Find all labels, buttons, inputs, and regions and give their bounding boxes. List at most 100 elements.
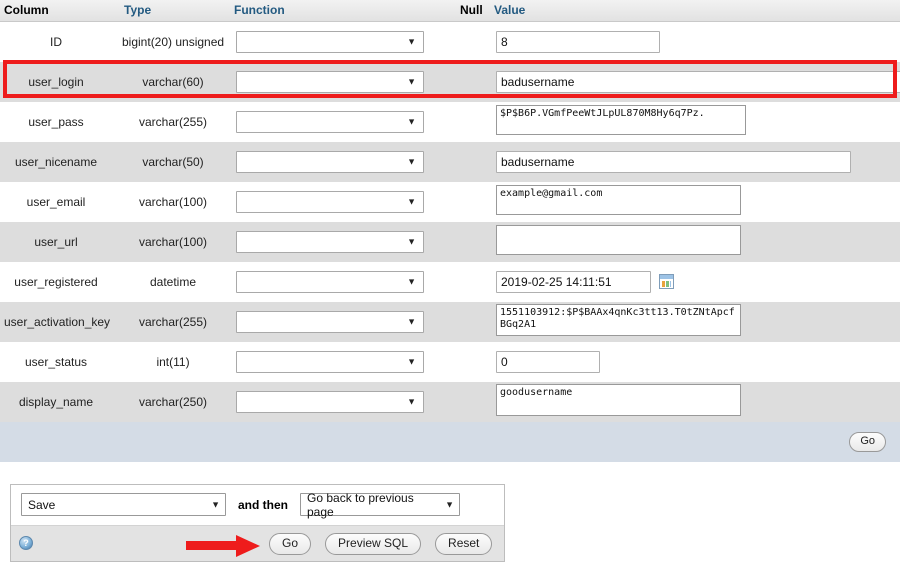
function-cell: ▼ [228, 301, 458, 342]
null-cell [458, 301, 488, 342]
function-select-display-name[interactable]: ▼ [236, 390, 424, 413]
column-type: int(11) [118, 341, 228, 382]
column-name: user_status [0, 341, 118, 382]
table-row-id: ID bigint(20) unsigned ▼ [0, 21, 900, 62]
table-go-button[interactable]: Go [849, 431, 886, 452]
value-textarea-user-url[interactable] [496, 225, 741, 255]
value-input-user-login[interactable] [496, 70, 900, 93]
function-cell: ▼ [228, 141, 458, 182]
chevron-down-icon: ▼ [407, 396, 416, 406]
column-type: varchar(100) [118, 221, 228, 262]
table-row-user-pass: user_pass varchar(255) ▼ $P$B6P.VGmfPeeW… [0, 101, 900, 142]
column-type: varchar(255) [118, 301, 228, 342]
table-row-user-activation-key: user_activation_key varchar(255) ▼ 15511… [0, 301, 900, 342]
function-select-user-nicename[interactable]: ▼ [236, 150, 424, 173]
table-row-user-url: user_url varchar(100) ▼ [0, 221, 900, 262]
calendar-icon[interactable] [659, 274, 674, 289]
column-name: user_url [0, 221, 118, 262]
reset-button[interactable]: Reset [435, 532, 493, 555]
value-textarea-user-pass[interactable]: $P$B6P.VGmfPeeWtJLpUL870M8Hy6q7Pz. [496, 105, 746, 135]
table-row-user-registered: user_registered datetime ▼ [0, 261, 900, 302]
value-cell [488, 141, 900, 182]
column-name: user_login [0, 61, 118, 102]
function-select-user-activation-key[interactable]: ▼ [236, 310, 424, 333]
function-select-user-login[interactable]: ▼ [236, 70, 424, 93]
value-cell: goodusername [488, 381, 900, 422]
value-input-id[interactable] [496, 30, 660, 53]
table-row-user-email: user_email varchar(100) ▼ example@gmail.… [0, 181, 900, 222]
null-cell [458, 141, 488, 182]
null-cell [458, 221, 488, 262]
value-input-user-nicename[interactable] [496, 150, 851, 173]
column-name: display_name [0, 381, 118, 422]
function-cell: ▼ [228, 21, 458, 62]
function-select-id[interactable]: ▼ [236, 30, 424, 53]
button-group: Go Preview SQL Reset [269, 532, 493, 555]
null-cell [458, 101, 488, 142]
header-function: Function [228, 0, 458, 22]
column-type: bigint(20) unsigned [118, 21, 228, 62]
function-select-user-url[interactable]: ▼ [236, 230, 424, 253]
red-arrow-annotation [186, 534, 264, 557]
phpmyadmin-edit-row-page: Column Type Function Null Value ID bigin… [0, 0, 900, 580]
value-input-user-status[interactable] [496, 350, 600, 373]
and-then-label: and then [238, 497, 288, 512]
value-cell: example@gmail.com [488, 181, 900, 222]
action-select-value: Save [28, 497, 56, 512]
column-type: varchar(50) [118, 141, 228, 182]
table-header: Column Type Function Null Value [0, 0, 900, 22]
column-name: user_activation_key [0, 301, 118, 342]
function-select-user-registered[interactable]: ▼ [236, 270, 424, 293]
null-cell [458, 21, 488, 62]
arrow-shaft [186, 540, 238, 550]
column-name: user_email [0, 181, 118, 222]
value-cell: 1551103912:$P$BAAx4qnKc3tt13.T0tZNtApcfB… [488, 301, 900, 342]
help-icon[interactable]: ? [19, 536, 33, 550]
table-row-user-status: user_status int(11) ▼ [0, 341, 900, 382]
value-input-user-registered[interactable] [496, 270, 651, 293]
null-cell [458, 261, 488, 302]
column-type: varchar(250) [118, 381, 228, 422]
function-cell: ▼ [228, 181, 458, 222]
value-textarea-display-name[interactable]: goodusername [496, 384, 741, 416]
chevron-down-icon: ▼ [407, 76, 416, 86]
chevron-down-icon: ▼ [407, 116, 416, 126]
column-name: user_nicename [0, 141, 118, 182]
value-textarea-user-email[interactable]: example@gmail.com [496, 185, 741, 215]
function-select-user-email[interactable]: ▼ [236, 190, 424, 213]
function-cell: ▼ [228, 381, 458, 422]
table-row-display-name: display_name varchar(250) ▼ goodusername [0, 381, 900, 422]
header-type: Type [118, 0, 228, 22]
function-cell: ▼ [228, 101, 458, 142]
value-cell [488, 341, 900, 382]
header-value: Value [488, 0, 900, 22]
table-row-user-nicename: user_nicename varchar(50) ▼ [0, 141, 900, 182]
action-buttons-row: ? Go Preview SQL Reset [11, 525, 504, 561]
function-select-user-status[interactable]: ▼ [236, 350, 424, 373]
value-textarea-user-activation-key[interactable]: 1551103912:$P$BAAx4qnKc3tt13.T0tZNtApcfB… [496, 304, 741, 336]
go-button[interactable]: Go [269, 532, 312, 555]
null-cell [458, 61, 488, 102]
next-action-select-value: Go back to previous page [307, 490, 414, 519]
column-name: user_registered [0, 261, 118, 302]
next-action-select[interactable]: Go back to previous page ▼ [300, 490, 460, 519]
value-cell [488, 221, 900, 262]
preview-sql-button[interactable]: Preview SQL [325, 532, 422, 555]
table-footer-cell: Go [0, 421, 900, 462]
chevron-down-icon: ▼ [211, 499, 220, 509]
chevron-down-icon: ▼ [407, 196, 416, 206]
column-type: varchar(60) [118, 61, 228, 102]
chevron-down-icon: ▼ [407, 316, 416, 326]
value-cell [488, 61, 900, 102]
edit-row-table: Column Type Function Null Value ID bigin… [0, 0, 900, 462]
header-null: Null [458, 0, 488, 22]
table-footer-row: Go [0, 421, 900, 462]
function-select-user-pass[interactable]: ▼ [236, 110, 424, 133]
chevron-down-icon: ▼ [407, 156, 416, 166]
chevron-down-icon: ▼ [407, 36, 416, 47]
column-type: datetime [118, 261, 228, 302]
arrow-head [236, 534, 260, 557]
action-select[interactable]: Save ▼ [21, 493, 226, 516]
null-cell [458, 381, 488, 422]
function-cell: ▼ [228, 221, 458, 262]
